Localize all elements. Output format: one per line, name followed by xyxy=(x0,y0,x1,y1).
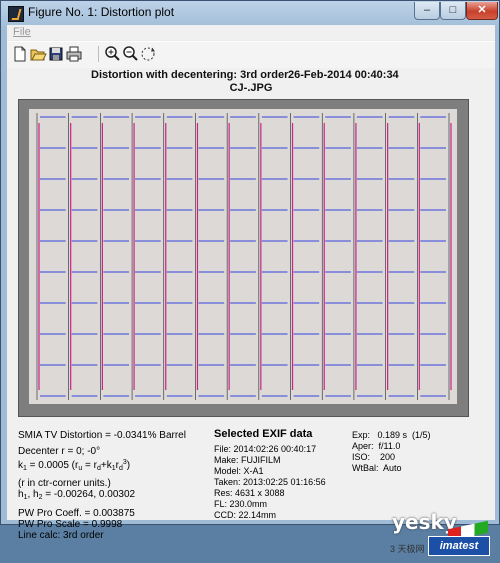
distortion-grid-svg xyxy=(36,113,452,400)
figure-window: Figure No. 1: Distortion plot – □ ✕ File xyxy=(0,0,500,556)
exif-heading: Selected EXIF data xyxy=(214,428,313,440)
exif-make: Make: FUJIFILM xyxy=(214,455,281,465)
minimize-button[interactable]: – xyxy=(414,2,440,20)
plot-title-main: Distortion with decentering: 3rd order xyxy=(91,69,289,81)
maximize-button[interactable]: □ xyxy=(440,2,466,20)
watermark-small: 3 天极网 xyxy=(390,544,425,554)
rotate-icon[interactable] xyxy=(139,45,157,63)
plot-subtitle: CJ-.JPG xyxy=(229,82,273,94)
exif-file: File: 2014:02:26 00:40:17 xyxy=(214,444,317,454)
exif-res: Res: 4631 x 3088 xyxy=(214,488,285,498)
k1-equation: k1 = 0.0005 (ru = rd+k1rd3) xyxy=(18,459,131,472)
new-file-icon[interactable] xyxy=(11,45,29,63)
menu-bar: File xyxy=(7,25,495,40)
units-note: (r in ctr-corner units.) xyxy=(18,478,111,489)
exif-iso: ISO: 200 xyxy=(352,452,396,462)
watermark-badge: imatest xyxy=(428,536,490,556)
exif-white-balance: WtBal: Auto xyxy=(352,463,402,473)
menu-file[interactable]: File xyxy=(13,26,31,38)
figure-canvas: Distortion with decentering: 3rd order 2… xyxy=(7,68,495,556)
zoom-in-icon[interactable] xyxy=(103,45,121,63)
toolbar-separator xyxy=(98,46,99,62)
exposure-panel: Exp: 0.189 s (1/5) Aper: f/11.0 ISO: 200… xyxy=(352,430,492,474)
exif-aperture: Aper: f/11.0 xyxy=(352,441,401,451)
exif-model: Model: X-A1 xyxy=(214,466,264,476)
plot-title-date: 26-Feb-2014 00:40:34 xyxy=(288,69,399,81)
title-bar[interactable]: Figure No. 1: Distortion plot – □ ✕ xyxy=(1,1,499,25)
close-button[interactable]: ✕ xyxy=(466,2,498,20)
watermark: yesky 3 天极网 imatest xyxy=(382,508,495,563)
open-folder-icon[interactable] xyxy=(29,45,47,63)
line-calc: Line calc: 3rd order xyxy=(18,530,104,541)
smia-distortion: SMIA TV Distortion = -0.0341% Barrel xyxy=(18,430,186,441)
exif-panel: Selected EXIF data File: 2014:02:26 00:4… xyxy=(214,429,349,521)
exif-ccd: CCD: 22.14mm xyxy=(214,510,277,520)
distortion-grid xyxy=(29,109,457,404)
distortion-results: SMIA TV Distortion = -0.0341% Barrel Dec… xyxy=(18,430,208,541)
exif-taken: Taken: 2013:02:25 01:16:56 xyxy=(214,477,326,487)
save-icon[interactable] xyxy=(47,45,65,63)
client-area: File Distortion with decentering: 3rd or… xyxy=(7,25,495,556)
toolbar xyxy=(7,41,495,69)
print-icon[interactable] xyxy=(65,45,83,63)
zoom-out-icon[interactable] xyxy=(121,45,139,63)
h-coefficients: h1, h2 = -0.00264, 0.00302 xyxy=(18,489,136,501)
exif-exposure: Exp: 0.189 s (1/5) xyxy=(352,430,431,440)
pw-pro-coeff: PW Pro Coeff. = 0.003875 xyxy=(18,508,135,519)
window-title: Figure No. 1: Distortion plot xyxy=(28,5,175,19)
exif-fl: FL: 230.0mm xyxy=(214,499,268,509)
matlab-app-icon xyxy=(8,6,24,22)
decenter-text: Decenter r = 0; -0° xyxy=(18,446,101,457)
